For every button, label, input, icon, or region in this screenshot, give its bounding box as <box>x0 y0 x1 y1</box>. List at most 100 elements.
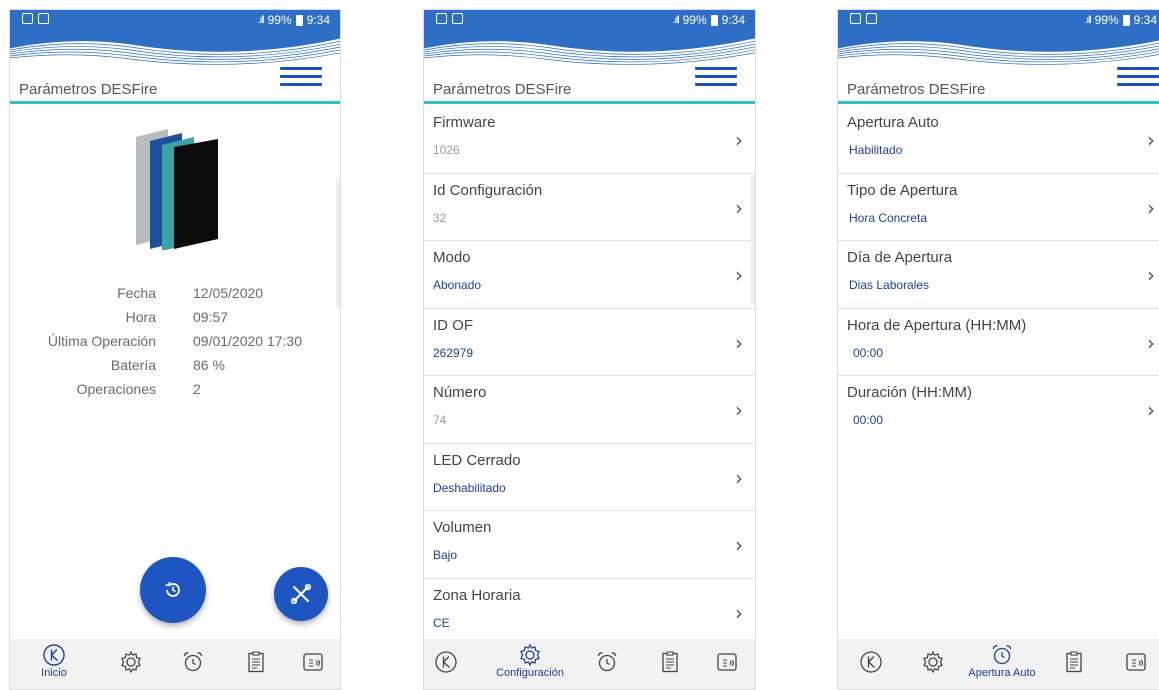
bottom-nav: Inicio <box>10 639 340 689</box>
device-info-list: Fecha 12/05/2020 Hora 09:57 Última Opera… <box>10 285 340 405</box>
clock: 9:34 <box>721 13 745 27</box>
nav-auto-open[interactable] <box>161 639 225 689</box>
info-value: 12/05/2020 <box>193 285 264 301</box>
gear-icon <box>121 650 141 674</box>
history-fab-button[interactable] <box>140 557 206 623</box>
item-value: Dias Laborales <box>849 278 930 292</box>
item-value: 262979 <box>433 345 474 360</box>
nav-home[interactable] <box>424 639 478 689</box>
nav-config[interactable] <box>901 639 965 689</box>
chevron-right-icon: › <box>735 330 743 355</box>
battery-icon <box>710 14 718 26</box>
item-label: Duración (HH:MM) <box>847 384 973 401</box>
status-bar: .ıll 99% 9:34 <box>838 10 1159 32</box>
auto-item-apertura-auto[interactable]: Apertura Auto Habilitado › <box>838 106 1159 174</box>
app-bar: Parámetros DESFire <box>424 67 755 104</box>
item-value: 00:00 <box>853 413 884 427</box>
nav-list[interactable] <box>1042 639 1106 689</box>
item-value: Bajo <box>433 548 458 562</box>
item-label: Modo <box>433 249 471 266</box>
battery-icon <box>1122 14 1130 26</box>
nav-list[interactable] <box>638 639 702 689</box>
item-value: Abonado <box>433 278 482 292</box>
checkbox-icon <box>38 13 49 24</box>
info-row-operaciones: Operaciones 2 <box>10 381 340 405</box>
config-item-id-of[interactable]: ID OF 262979 › <box>424 309 755 376</box>
auto-item-tipo-apertura[interactable]: Tipo de Apertura Hora Concreta › <box>838 174 1159 241</box>
nav-device[interactable] <box>695 639 755 689</box>
header-banner <box>838 32 1159 70</box>
item-value: Deshabilitado <box>433 480 506 495</box>
info-label: Última Operación <box>47 333 156 349</box>
k-logo-icon <box>435 651 457 673</box>
config-item-modo[interactable]: Modo Abonado › <box>424 241 755 309</box>
app-title: Parámetros DESFire <box>433 81 572 98</box>
nav-auto-open[interactable]: Apertura Auto <box>957 639 1047 689</box>
item-value: Hora Concreta <box>849 210 928 225</box>
chevron-right-icon: › <box>735 128 743 152</box>
battery-percent: 99% <box>1094 13 1119 27</box>
app-bar: Parámetros DESFire <box>838 67 1159 104</box>
config-item-firmware[interactable]: Firmware 1026 › <box>424 106 755 174</box>
item-label: Día de Apertura <box>847 249 953 266</box>
config-item-volumen[interactable]: Volumen Bajo › <box>424 511 755 579</box>
checkbox-icon <box>452 13 463 24</box>
item-label: Zona Horaria <box>433 586 521 604</box>
info-label: Fecha <box>117 285 156 301</box>
lock-device-icon <box>717 653 737 671</box>
item-value: CE <box>433 615 450 630</box>
nav-device[interactable] <box>1104 639 1159 689</box>
gallery-icon <box>22 13 33 24</box>
nav-list[interactable] <box>224 639 288 689</box>
chevron-right-icon: › <box>735 465 743 490</box>
auto-item-hora-apertura[interactable]: Hora de Apertura (HH:MM) 00:00 › <box>838 309 1159 376</box>
bottom-nav: Apertura Auto <box>838 639 1159 689</box>
info-row-fecha: Fecha 12/05/2020 <box>10 285 340 309</box>
config-list: Firmware 1026 › Id Configuración 32 › Mo… <box>424 106 755 646</box>
info-row-bateria: Batería 86 % <box>10 357 340 381</box>
config-item-id-configuracion[interactable]: Id Configuración 32 › <box>424 174 755 241</box>
scrollbar[interactable] <box>751 175 755 305</box>
lock-device-icon <box>303 653 323 671</box>
auto-item-duracion[interactable]: Duración (HH:MM) 00:00 › <box>838 376 1159 444</box>
nav-home[interactable]: Inicio <box>22 639 86 689</box>
tools-fab-button[interactable] <box>274 567 328 621</box>
config-item-zona-horaria[interactable]: Zona Horaria CE › <box>424 579 755 646</box>
status-bar: .ıll 99% 9:34 <box>424 10 755 32</box>
item-value: 1026 <box>433 143 460 157</box>
item-label: Id Configuración <box>433 181 543 199</box>
hamburger-menu-icon[interactable] <box>280 65 322 91</box>
auto-open-list: Apertura Auto Habilitado › Tipo de Apert… <box>838 106 1159 444</box>
nav-config[interactable]: Configuración <box>485 639 575 689</box>
battery-percent: 99% <box>267 13 292 27</box>
item-label: Volumen <box>433 519 492 536</box>
alarm-clock-icon <box>597 652 617 672</box>
k-logo-icon <box>43 644 65 666</box>
clipboard-list-icon <box>662 651 678 673</box>
item-label: Firmware <box>433 114 496 131</box>
item-value: 00:00 <box>853 345 884 360</box>
clipboard-list-icon <box>248 651 264 673</box>
clipboard-list-icon <box>1066 651 1082 673</box>
auto-item-dia-apertura[interactable]: Día de Apertura Dias Laborales › <box>838 241 1159 309</box>
item-value: Habilitado <box>849 143 903 157</box>
nav-config[interactable] <box>99 639 163 689</box>
info-value: 09/01/2020 17:30 <box>193 333 302 349</box>
gear-icon <box>520 643 540 667</box>
signal-icon: .ıll <box>1084 14 1092 26</box>
signal-icon: .ıll <box>672 14 680 26</box>
nav-config-label: Configuración <box>496 667 564 679</box>
phone-screen-home: .ıll 99% 9:34 Parámetros DESFire Fecha 1… <box>9 9 341 690</box>
nav-device[interactable] <box>281 639 340 689</box>
hamburger-menu-icon[interactable] <box>695 65 737 91</box>
chevron-right-icon: › <box>1147 128 1155 152</box>
nav-auto-open[interactable] <box>575 639 639 689</box>
config-item-numero[interactable]: Número 74 › <box>424 376 755 444</box>
info-value: 2 <box>193 381 201 397</box>
gallery-icon <box>850 13 861 24</box>
info-row-ultima-operacion: Última Operación 09/01/2020 17:30 <box>10 333 340 357</box>
hamburger-menu-icon[interactable] <box>1117 65 1159 91</box>
config-item-led-cerrado[interactable]: LED Cerrado Deshabilitado › <box>424 444 755 511</box>
nav-home[interactable] <box>839 639 903 689</box>
desfire-cards-icon <box>136 129 218 250</box>
